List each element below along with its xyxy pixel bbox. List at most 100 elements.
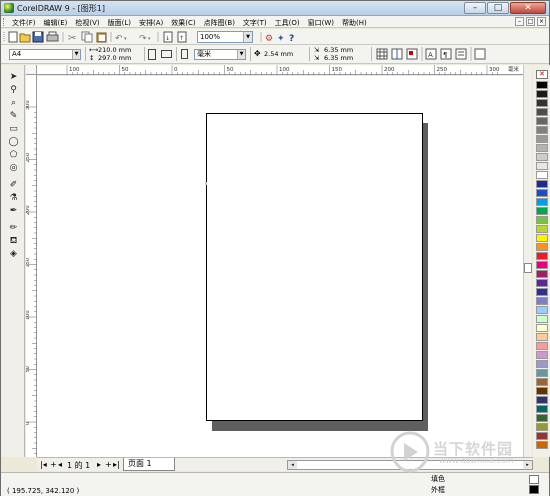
color-swatch[interactable]: [536, 351, 548, 359]
outline-tool-icon[interactable]: ✏: [7, 222, 20, 234]
polygon-tool-icon[interactable]: ⬠: [7, 149, 20, 161]
paper-size-select[interactable]: A4 ▼: [9, 49, 81, 60]
menu-item[interactable]: 点阵图(B): [200, 17, 239, 27]
color-swatch[interactable]: [536, 333, 548, 341]
color-swatch[interactable]: [536, 270, 548, 278]
color-swatch[interactable]: [536, 198, 548, 206]
menu-item[interactable]: 检视(V): [71, 17, 103, 27]
color-swatch[interactable]: [536, 441, 548, 449]
color-swatch[interactable]: [536, 297, 548, 305]
maximize-button[interactable]: □: [487, 2, 509, 14]
page-tab[interactable]: 页面 1: [123, 458, 175, 471]
color-swatch[interactable]: [536, 135, 548, 143]
color-swatch[interactable]: [536, 99, 548, 107]
application-launcher-icon[interactable]: ⚙: [265, 34, 273, 44]
color-swatch[interactable]: [536, 126, 548, 134]
chevron-down-icon[interactable]: ▼: [72, 50, 80, 59]
color-swatch[interactable]: [536, 180, 548, 188]
printable-page[interactable]: [206, 113, 423, 421]
color-swatch[interactable]: [536, 90, 548, 98]
color-swatch[interactable]: [536, 360, 548, 368]
menu-item[interactable]: 工具(O): [271, 17, 304, 27]
close-button[interactable]: ✕: [510, 2, 546, 14]
duplicate-x-field[interactable]: 6.35 mm: [324, 47, 353, 54]
doc-minimize-button[interactable]: –: [515, 17, 524, 26]
import-icon[interactable]: ↓: [163, 31, 173, 43]
color-swatch[interactable]: [536, 315, 548, 323]
color-swatch[interactable]: [536, 117, 548, 125]
menu-item[interactable]: 窗口(W): [304, 17, 338, 27]
all-pages-icon[interactable]: [181, 49, 188, 59]
color-swatch[interactable]: [536, 189, 548, 197]
minimize-button[interactable]: –: [464, 2, 486, 14]
vertical-ruler[interactable]: 300 250 200 150 100 50 0: [26, 75, 37, 457]
color-swatch[interactable]: [536, 414, 548, 422]
color-swatch[interactable]: [536, 144, 548, 152]
options-icon[interactable]: [455, 48, 467, 60]
color-swatch[interactable]: [536, 261, 548, 269]
color-swatch[interactable]: [536, 162, 548, 170]
vertical-scroll-thumb[interactable]: [524, 263, 532, 273]
interactive-blend-tool-icon[interactable]: ⚗: [7, 192, 20, 204]
color-swatch[interactable]: [536, 234, 548, 242]
undo-icon[interactable]: ↶ ▾: [115, 34, 127, 44]
color-swatch[interactable]: [536, 171, 548, 179]
interactive-fill-tool-icon[interactable]: ◈: [7, 248, 20, 260]
color-swatch[interactable]: [536, 216, 548, 224]
export-icon[interactable]: ↑: [177, 31, 187, 43]
help-icon[interactable]: ?: [289, 34, 294, 44]
spiral-tool-icon[interactable]: ◎: [7, 162, 20, 174]
menu-item[interactable]: 版面(L): [104, 17, 135, 27]
color-swatch[interactable]: [536, 207, 548, 215]
options-launcher-icon[interactable]: [474, 48, 486, 60]
doc-restore-button[interactable]: □: [526, 17, 535, 26]
new-file-icon[interactable]: [8, 31, 18, 43]
last-page-icon[interactable]: ▸|: [113, 460, 120, 469]
scroll-left-icon[interactable]: ◂: [288, 461, 297, 469]
add-page-before-icon[interactable]: +: [50, 460, 57, 469]
color-swatch[interactable]: [536, 225, 548, 233]
zoom-tool-icon[interactable]: ⌕: [7, 97, 20, 109]
rectangle-tool-icon[interactable]: ▭: [7, 123, 20, 135]
menu-item[interactable]: 安排(A): [135, 17, 167, 27]
horizontal-ruler[interactable]: 100 50 0 50 100 150 200 250 300 毫米: [37, 65, 523, 75]
chevron-down-icon[interactable]: ▼: [237, 50, 245, 59]
color-swatch[interactable]: [536, 252, 548, 260]
vertical-scrollbar[interactable]: [523, 65, 532, 457]
menu-grip-handle[interactable]: [3, 18, 6, 26]
units-select[interactable]: 毫米 ▼: [194, 49, 246, 60]
doc-close-button[interactable]: ×: [537, 17, 546, 26]
color-swatch[interactable]: [536, 306, 548, 314]
color-swatch[interactable]: [536, 396, 548, 404]
portrait-icon[interactable]: [148, 49, 156, 60]
page-width-field[interactable]: 210.0 mm: [98, 47, 131, 54]
chevron-down-icon[interactable]: ▼: [243, 32, 252, 42]
cut-icon[interactable]: ✂: [68, 33, 76, 44]
first-page-icon[interactable]: |◂: [40, 460, 47, 469]
color-swatch[interactable]: [536, 324, 548, 332]
drawing-canvas[interactable]: [37, 76, 523, 457]
fill-tool-icon[interactable]: ⛾: [7, 235, 20, 247]
redo-icon[interactable]: ↷ ▾: [139, 34, 151, 44]
page-height-field[interactable]: 297.0 mm: [98, 55, 131, 62]
freehand-tool-icon[interactable]: ✎: [7, 110, 20, 122]
color-swatch[interactable]: [536, 369, 548, 377]
scroll-right-icon[interactable]: ▸: [523, 461, 532, 469]
color-swatch[interactable]: [536, 81, 548, 89]
paste-icon[interactable]: [96, 32, 107, 43]
eyedropper-tool-icon[interactable]: ✒: [7, 205, 20, 217]
outline-color-swatch[interactable]: [529, 485, 539, 494]
ruler-origin[interactable]: [26, 65, 37, 75]
color-swatch[interactable]: [536, 279, 548, 287]
corel-online-icon[interactable]: ✦: [277, 34, 285, 44]
print-icon[interactable]: [46, 31, 59, 42]
color-swatch[interactable]: [536, 243, 548, 251]
color-swatch[interactable]: [536, 405, 548, 413]
nudge-offset-field[interactable]: 2.54 mm: [264, 51, 293, 58]
menu-item[interactable]: 编辑(E): [40, 17, 72, 27]
ellipse-tool-icon[interactable]: ◯: [7, 136, 20, 148]
color-swatch[interactable]: [536, 153, 548, 161]
color-swatch[interactable]: [536, 108, 548, 116]
add-page-after-icon[interactable]: +: [105, 460, 112, 469]
zoom-level-select[interactable]: 100% ▼: [197, 31, 253, 43]
